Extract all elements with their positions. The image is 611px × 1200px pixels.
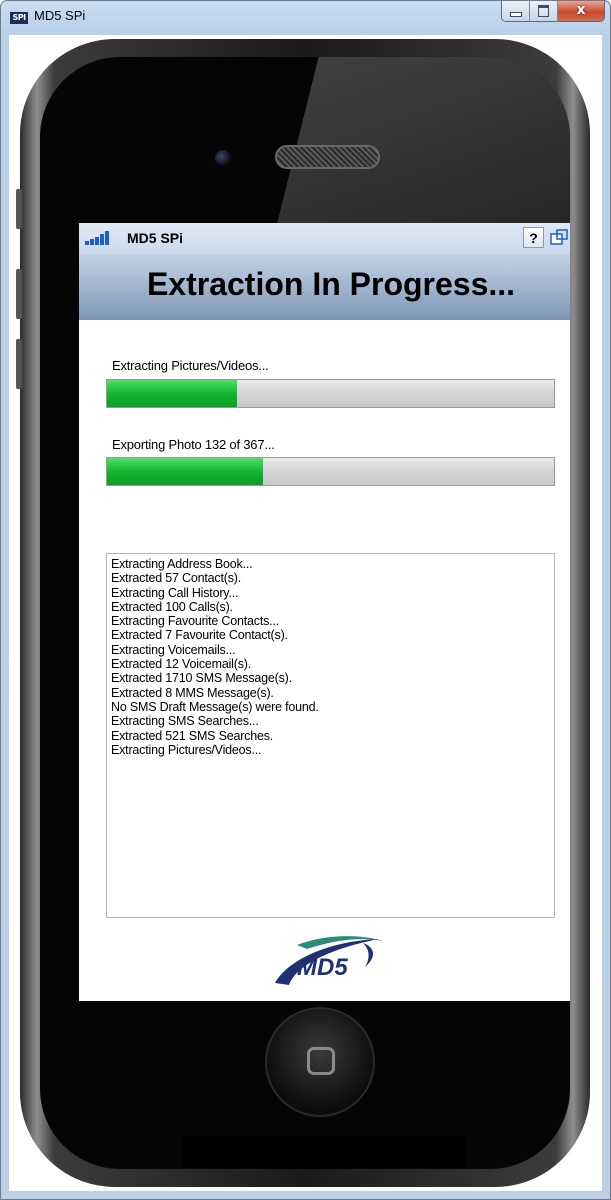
log-line: Extracted 1710 SMS Message(s).	[111, 671, 292, 686]
log-line: Extracted 8 MMS Message(s).	[111, 685, 274, 700]
progress-bar-current	[106, 457, 555, 486]
close-button[interactable]: x	[558, 1, 604, 21]
log-line: Extracting Address Book...	[111, 557, 253, 571]
home-button[interactable]	[265, 1007, 375, 1117]
phone-frame: MD5 SPi ? Extraction In Progress... Extr…	[16, 39, 590, 1187]
window-client-area: MD5 SPi ? Extraction In Progress... Extr…	[9, 35, 602, 1191]
md5-logo: MD5	[267, 931, 387, 991]
log-line: No SMS Draft Message(s) were found.	[111, 699, 319, 714]
progress1-label: Extracting Pictures/Videos...	[112, 358, 269, 373]
front-camera	[215, 150, 231, 166]
progress2-label: Exporting Photo 132 of 367...	[112, 437, 275, 452]
restore-window-icon	[550, 229, 568, 245]
maximize-icon	[538, 5, 549, 17]
signal-bars-icon	[85, 231, 113, 245]
bottom-bar	[181, 1137, 466, 1167]
log-line: Extracted 12 Voicemail(s).	[111, 657, 251, 672]
close-icon: x	[576, 2, 586, 18]
earpiece-speaker	[275, 145, 380, 169]
log-line: Extracted 7 Favourite Contact(s).	[111, 628, 288, 643]
spi-app-icon: SPI	[10, 12, 28, 24]
log-line: Extracting Voicemails...	[111, 642, 236, 657]
app-window: SPI MD5 SPi x MD5 SPi ? Extraction In Pr…	[0, 0, 611, 1200]
minimize-icon	[510, 12, 522, 17]
extraction-log[interactable]: Extracting Address Book... Extracted 57 C…	[106, 553, 555, 918]
restore-window-button[interactable]	[549, 227, 570, 248]
page-title: Extraction In Progress...	[146, 266, 516, 302]
progress-fill-overall	[107, 380, 237, 407]
phone-face: MD5 SPi ? Extraction In Progress... Extr…	[40, 57, 570, 1169]
window-title: MD5 SPi	[34, 8, 86, 23]
log-line: Extracting Pictures/Videos...	[111, 742, 262, 757]
log-line: Extracted 100 Calls(s).	[111, 599, 233, 614]
app-title: MD5 SPi	[127, 230, 184, 246]
header-band: Extraction In Progress...	[79, 254, 570, 320]
log-line: Extracted 521 SMS Searches.	[111, 728, 274, 743]
log-line: Extracting SMS Searches...	[111, 714, 259, 729]
volume-down-button	[16, 339, 22, 389]
app-titlebar: MD5 SPi ?	[79, 223, 570, 254]
app-screen: MD5 SPi ? Extraction In Progress... Extr…	[79, 223, 570, 1001]
progress-bar-overall	[106, 379, 555, 408]
window-controls: x	[501, 1, 605, 22]
home-square-icon	[307, 1047, 335, 1075]
log-line: Extracting Favourite Contacts...	[111, 614, 279, 629]
window-titlebar[interactable]: SPI MD5 SPi x	[1, 1, 610, 35]
progress-fill-current	[107, 458, 264, 485]
log-line: Extracted 57 Contact(s).	[111, 571, 241, 586]
minimize-button[interactable]	[502, 1, 530, 21]
volume-up-button	[16, 269, 22, 319]
help-button[interactable]: ?	[523, 227, 544, 248]
svg-text:MD5: MD5	[297, 954, 348, 981]
maximize-button[interactable]	[530, 1, 558, 21]
mute-switch	[16, 189, 22, 229]
log-line: Extracting Call History...	[111, 585, 239, 600]
